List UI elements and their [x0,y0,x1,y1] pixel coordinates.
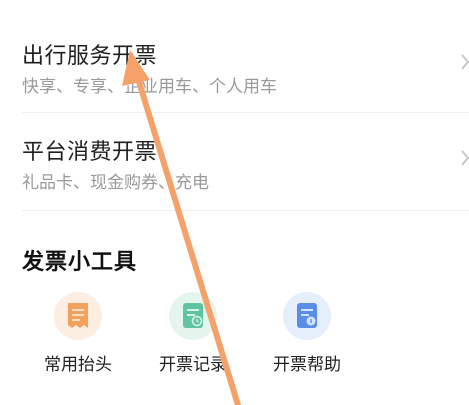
entry-subtitle: 快享、专享、企业用车、个人用车 [22,77,277,97]
tool-label: 开票记录 [159,355,227,375]
entry-subtitle: 礼品卡、现金购券、充电 [22,173,209,193]
chevron-right-icon [461,150,469,166]
platform-consumption-invoice-entry[interactable]: 平台消费开票 礼品卡、现金购券、充电 [0,124,469,204]
invoice-help-tool[interactable]: 开票帮助 [257,292,357,376]
divider [22,210,469,211]
chevron-right-icon [461,54,469,70]
common-header-tool[interactable]: 常用抬头 [28,292,128,376]
invoice-page: 出行服务开票 快享、专享、企业用车、个人用车 平台消费开票 礼品卡、现金购券、充… [0,0,469,405]
receipt-icon [68,303,88,328]
ride-service-invoice-entry[interactable]: 出行服务开票 快享、专享、企业用车、个人用车 [0,28,469,108]
invoice-record-tool[interactable]: 开票记录 [143,292,243,376]
tool-label: 开票帮助 [273,355,341,375]
tool-label: 常用抬头 [44,355,112,375]
entry-title: 平台消费开票 [22,140,158,165]
record-icon [183,303,203,328]
entry-title: 出行服务开票 [22,44,158,69]
help-doc-icon [297,303,317,328]
invoice-tools-title: 发票小工具 [22,250,138,275]
divider [22,112,469,113]
tool-icon-bg [283,292,331,340]
tool-icon-bg [54,292,102,340]
tool-icon-bg [169,292,217,340]
